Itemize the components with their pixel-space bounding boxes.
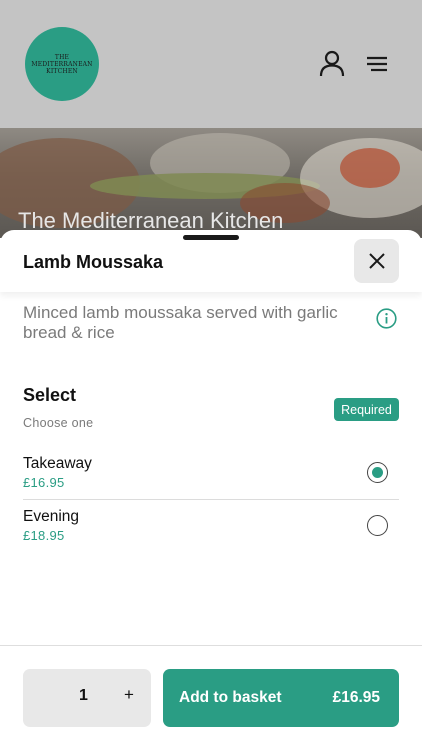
hamburger-menu-icon[interactable] — [364, 50, 390, 78]
page-header: The Mediterranean Kitchen — [0, 0, 422, 128]
logo-line: Kitchen — [46, 67, 78, 75]
info-icon[interactable] — [376, 308, 397, 329]
option-price: £18.95 — [23, 528, 65, 543]
sheet-header: Lamb Moussaka — [0, 230, 422, 292]
restaurant-logo[interactable]: The Mediterranean Kitchen — [25, 27, 99, 101]
basket-total: £16.95 — [332, 689, 380, 706]
option-name: Takeaway — [23, 455, 92, 472]
option-evening[interactable]: Evening £18.95 — [23, 501, 399, 553]
option-radio-selected[interactable] — [367, 462, 388, 483]
quantity-stepper: 1 + — [23, 669, 151, 727]
logo-line: Mediterranean — [31, 60, 93, 68]
add-to-basket-button[interactable]: Add to basket £16.95 — [163, 669, 399, 727]
hero-image: The Mediterranean Kitchen — [0, 128, 422, 238]
option-radio[interactable] — [367, 515, 388, 536]
option-price: £16.95 — [23, 475, 65, 490]
add-to-basket-label: Add to basket — [179, 689, 282, 706]
logo-line: The — [54, 53, 70, 61]
close-button[interactable] — [354, 239, 399, 283]
footer-divider — [0, 645, 422, 646]
item-title: Lamb Moussaka — [23, 252, 164, 272]
item-description: Minced lamb moussaka served with garlic … — [23, 303, 338, 342]
option-group-subtitle: Choose one — [23, 416, 94, 430]
option-group-title: Select — [23, 385, 77, 405]
increase-quantity-button[interactable]: + — [120, 685, 138, 707]
option-takeaway[interactable]: Takeaway £16.95 — [23, 448, 399, 500]
sheet-drag-handle[interactable] — [183, 235, 239, 240]
user-icon[interactable] — [319, 50, 345, 78]
item-bottom-sheet: Lamb Moussaka Minced lamb moussaka serve… — [0, 230, 422, 750]
close-icon — [368, 253, 385, 269]
quantity-value: 1 — [79, 687, 88, 704]
option-name: Evening — [23, 508, 80, 525]
required-badge: Required — [334, 398, 399, 421]
